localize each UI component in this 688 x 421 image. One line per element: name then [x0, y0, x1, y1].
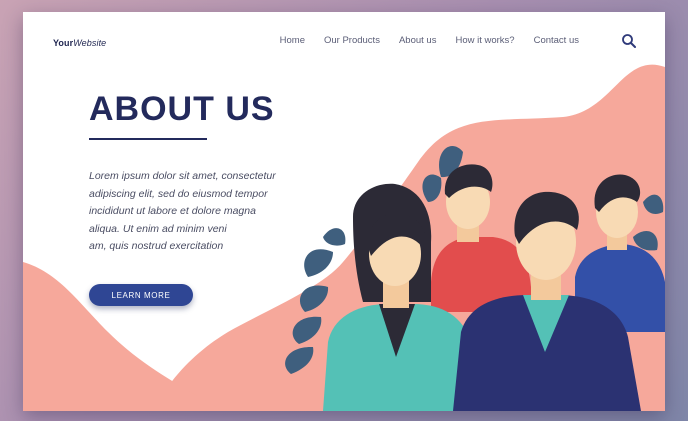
landing-page-card: YourWebsite Home Our Products About us H…: [23, 12, 665, 411]
team-illustration: [285, 146, 665, 411]
person-red-shirt: [431, 164, 531, 312]
